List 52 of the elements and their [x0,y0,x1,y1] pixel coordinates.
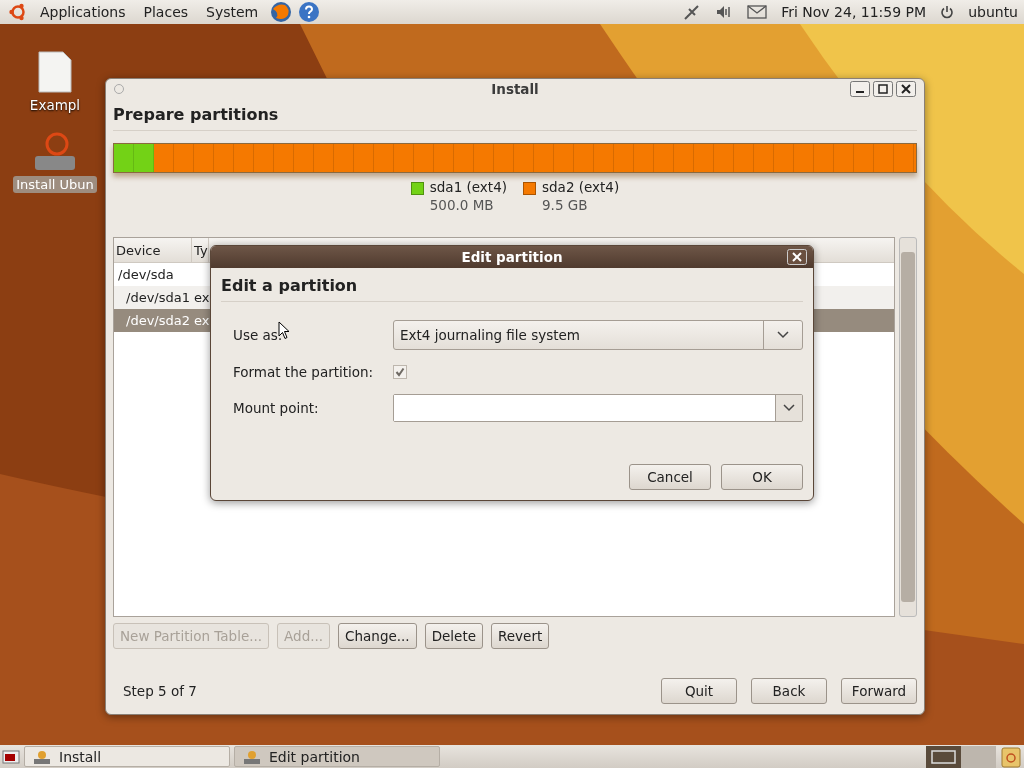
menu-item[interactable]: Places [137,4,195,20]
dialog-heading: Edit a partition [221,276,803,302]
table-cell-text: ex [193,313,210,328]
column-header[interactable]: Ty [192,238,209,262]
globe-icon[interactable] [270,1,293,23]
nav-button[interactable]: Back [751,678,827,704]
action-button[interactable]: Change... [338,623,417,649]
dialog-button[interactable]: OK [721,464,803,490]
clock[interactable]: Fri Nov 24, 11:59 PM [781,4,927,20]
maximize-button[interactable] [873,81,893,97]
document-icon[interactable] [37,50,73,94]
table-cell-text: ex [193,290,210,305]
installer-icon [33,748,51,765]
table-cell-text: /dev/sda2 [125,313,191,328]
menu-item[interactable]: Applications [34,4,132,20]
field-label: Format the partition: [233,364,374,380]
action-button[interactable]: Revert [491,623,550,649]
ubuntu-logo-icon[interactable] [8,2,28,22]
partition-size: 9.5 GB [542,197,589,213]
window-title: Install [491,81,539,97]
step-indicator: Step 5 of 7 [123,683,197,699]
page-heading: Prepare partitions [113,105,917,131]
help-icon[interactable] [298,1,321,23]
nav-button[interactable]: Quit [661,678,737,704]
legend-label: sda1 (ext4) [429,179,507,195]
use-as-dropdown[interactable]: Ext4 journaling file system [393,320,803,350]
dialog-button[interactable]: Cancel [629,464,711,490]
field-label: Mount point: [233,400,319,416]
partition-size: 500.0 MB [429,197,495,213]
column-header[interactable]: Device [114,238,192,262]
menu-item[interactable]: System [200,4,265,20]
scrollbar[interactable] [899,237,917,617]
action-button[interactable]: Delete [424,623,483,649]
installer-icon [243,748,261,765]
desktop-icon-label[interactable]: Exampl [26,96,84,114]
minimize-button[interactable] [850,81,870,97]
legend-label: sda2 (ext4) [542,179,620,195]
network-icon[interactable] [683,3,702,21]
mail-icon[interactable] [747,4,768,20]
power-icon[interactable] [940,5,955,19]
mount-point-field[interactable] [393,394,803,422]
table-cell-text: /dev/sda1 [125,290,191,305]
trash-icon[interactable] [1000,745,1022,768]
workspace-switcher-icon[interactable] [926,745,996,768]
show-desktop-icon[interactable] [2,748,20,765]
taskbar-item[interactable]: Edit partition [234,746,440,767]
user-name[interactable]: ubuntu [968,4,1018,20]
close-button[interactable] [787,249,807,265]
close-button[interactable] [896,81,916,97]
taskbar-item[interactable]: Install [24,746,230,767]
dialog-title: Edit partition [461,249,563,265]
nav-button[interactable]: Forward [841,678,917,704]
